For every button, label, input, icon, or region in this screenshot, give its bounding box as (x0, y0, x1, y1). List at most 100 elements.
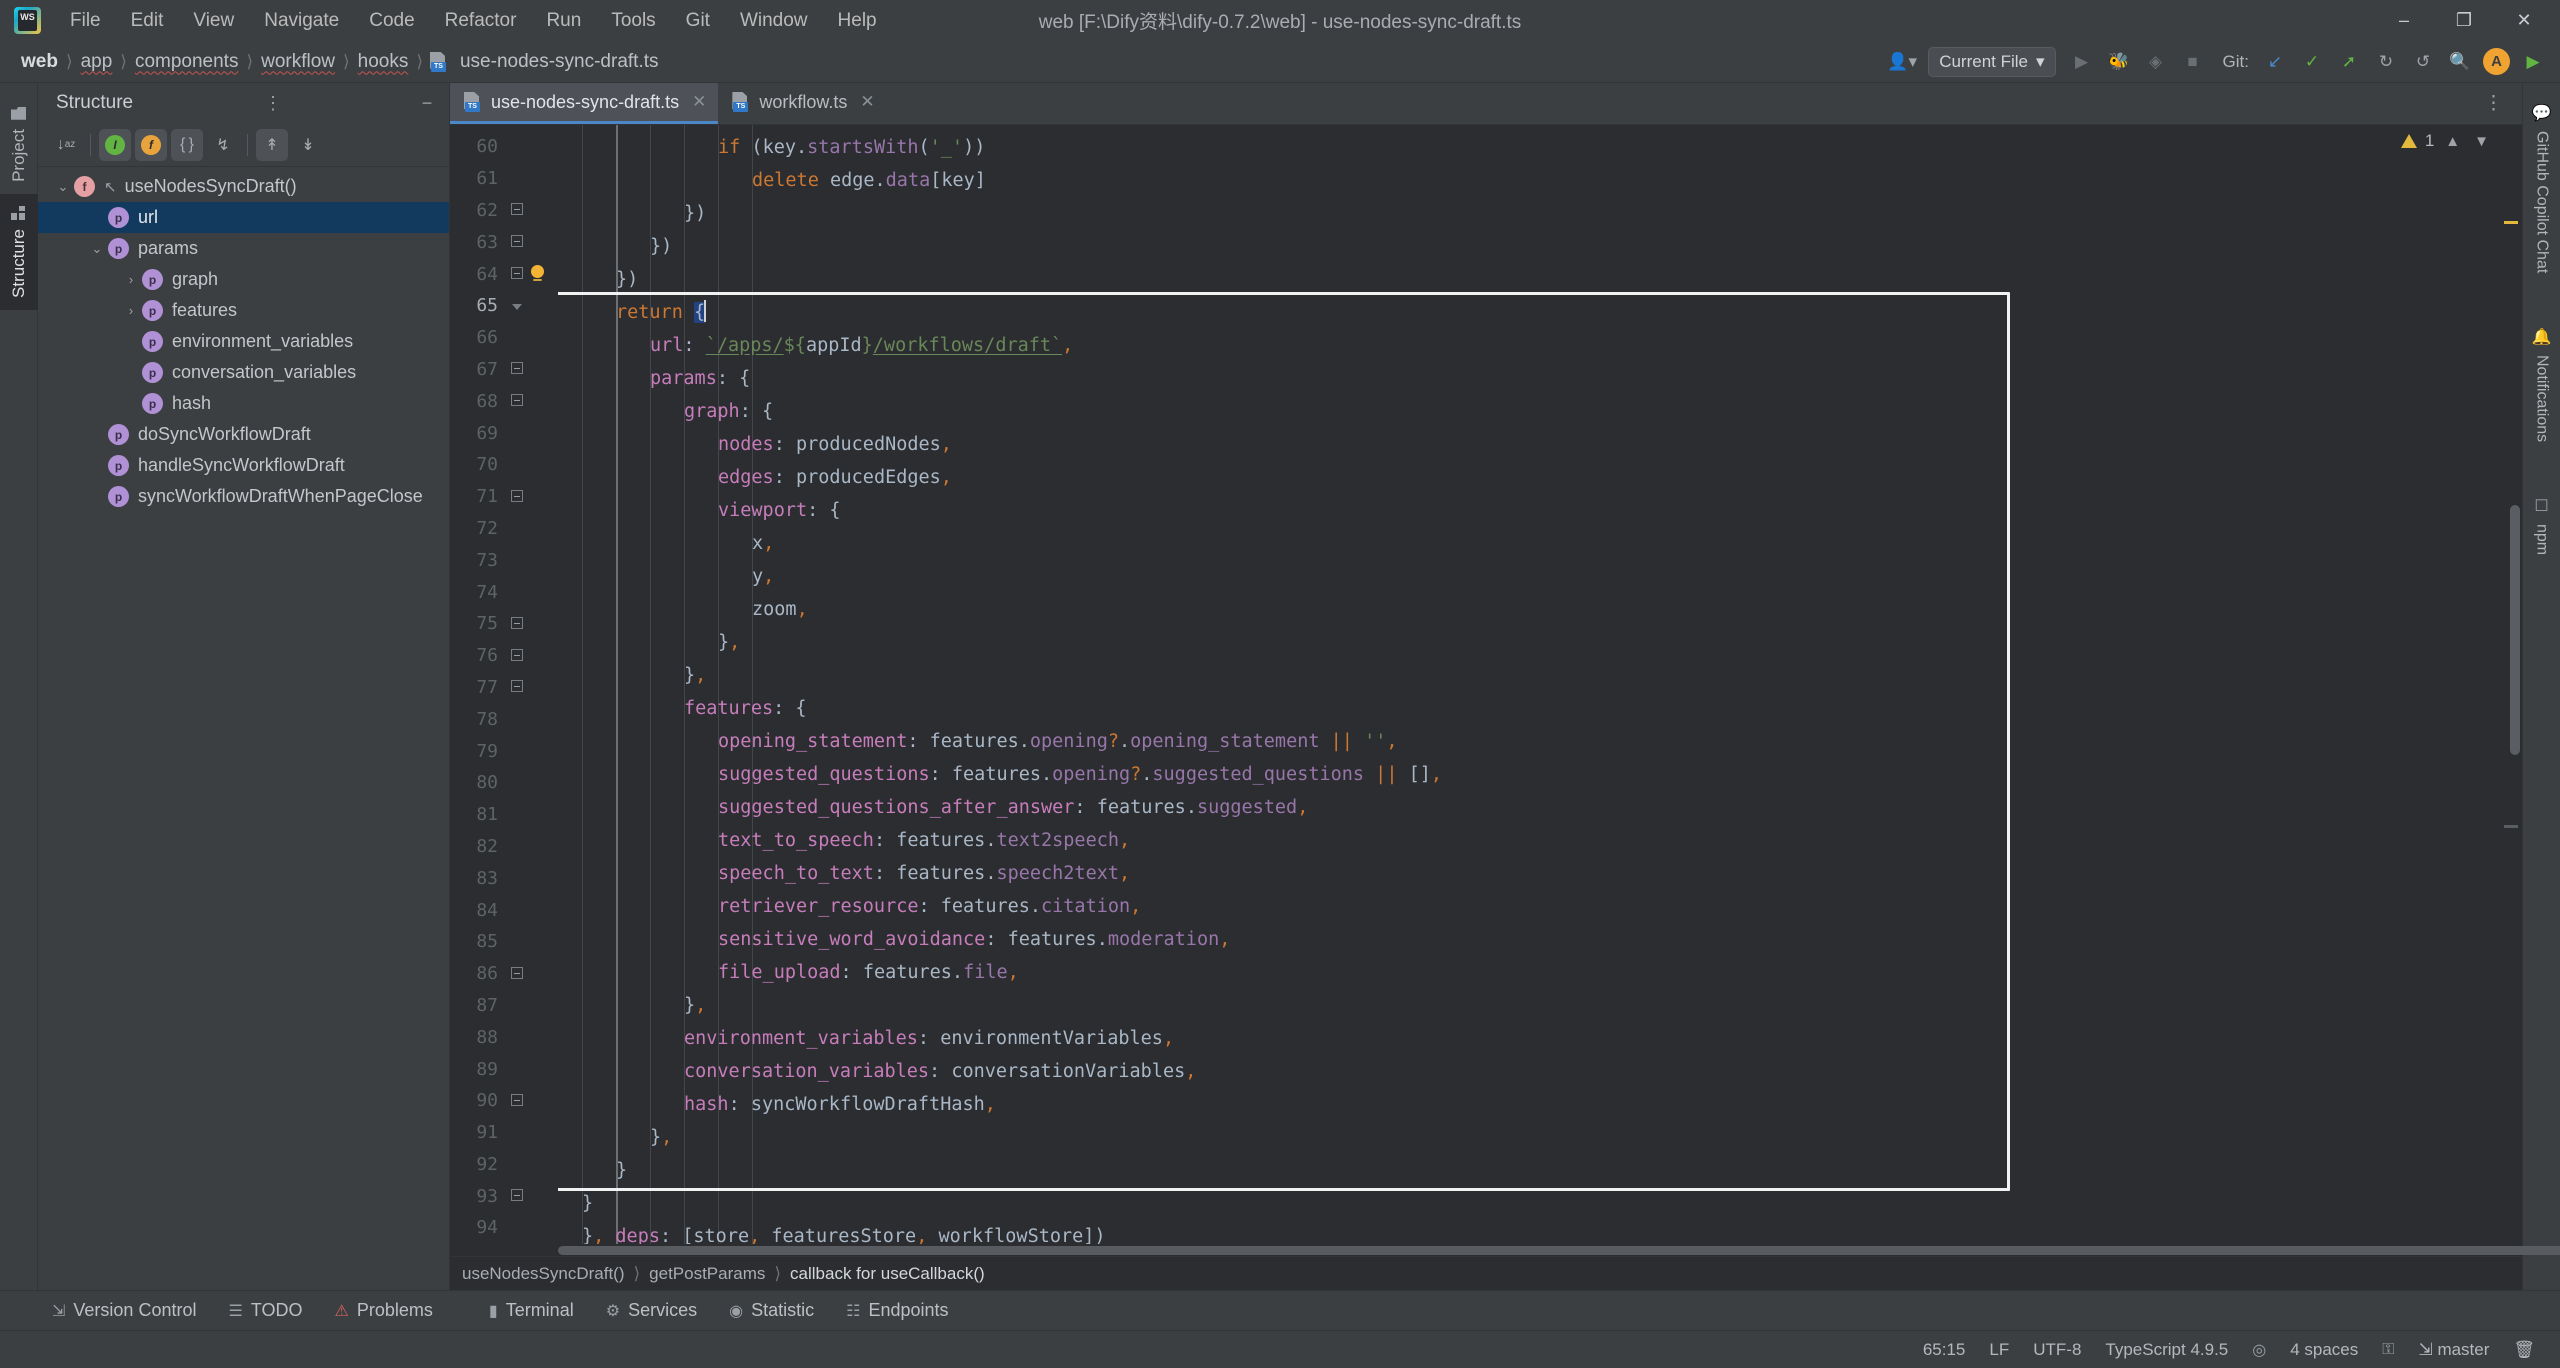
line-separator[interactable]: LF (1978, 1337, 2020, 1363)
structure-tree-item[interactable]: p environment_variables (38, 326, 449, 357)
editor-gutter[interactable]: 60 61 62 63 64 65 66 67 68 69 70 71 72 73 74 75 76 77 78 79… (450, 125, 558, 1244)
menu-navigate[interactable]: Navigate (249, 6, 354, 36)
breadcrumb-workflow[interactable]: workflow (256, 49, 340, 75)
inspection-status[interactable]: 1 ▲ ▼ (2400, 131, 2492, 151)
structure-tree-item[interactable]: p handleSyncWorkflowDraft (38, 450, 449, 481)
structure-tree-item[interactable]: › p graph (38, 264, 449, 295)
code-line[interactable]: delete edge.data[key] (558, 164, 2498, 197)
menu-help[interactable]: Help (823, 6, 892, 36)
intention-bulb-icon[interactable] (528, 265, 546, 283)
run-configuration-selector[interactable]: Current File ▾ (1928, 46, 2056, 77)
git-rollback-icon[interactable]: ↺ (2406, 46, 2440, 78)
editor-breadcrumb-1[interactable]: getPostParams (649, 1264, 765, 1284)
show-inherited-icon[interactable]: I (99, 128, 131, 161)
code-line[interactable]: url: `/apps/${appId}/workflows/draft`, (558, 329, 2498, 362)
code-fold-icon[interactable] (506, 648, 528, 663)
maximize-button[interactable]: ❐ (2434, 0, 2494, 41)
tool-window-endpoints[interactable]: ☷ Endpoints (830, 1295, 964, 1326)
menu-git[interactable]: Git (671, 6, 725, 36)
settings-icon[interactable]: ▶ (2516, 46, 2550, 78)
caret-position[interactable]: 65:15 (1912, 1337, 1977, 1363)
code-fold-icon[interactable] (506, 203, 528, 217)
collapse-all-icon[interactable]: ↡ (292, 129, 324, 161)
git-update-icon[interactable]: ↙ (2258, 46, 2292, 78)
chevron-up-icon[interactable]: ▲ (2442, 133, 2463, 150)
file-encoding[interactable]: UTF-8 (2022, 1337, 2092, 1363)
git-history-icon[interactable]: ↻ (2369, 46, 2403, 78)
more-tabs-icon[interactable]: ⋮ (2476, 92, 2512, 115)
chevron-down-icon[interactable]: ⌄ (52, 179, 74, 195)
code-line[interactable]: }) (558, 197, 2498, 230)
rail-tab-notifications[interactable]: 🔔 Notifications (2532, 317, 2552, 452)
code-fold-icon[interactable] (506, 1093, 528, 1108)
editor-tab-use-nodes-sync-draft[interactable]: use-nodes-sync-draft.ts ✕ (450, 83, 719, 124)
filter-icon[interactable]: ↯ (207, 129, 239, 161)
structure-tree-item[interactable]: ⌄ f ↗ useNodesSyncDraft() (38, 171, 449, 202)
menu-tools[interactable]: Tools (596, 6, 670, 36)
code-line[interactable]: y, (558, 560, 2498, 593)
code-line[interactable]: features: { (558, 692, 2498, 725)
code-line[interactable]: file_upload: features.file, (558, 956, 2498, 989)
code-line[interactable]: }, (558, 989, 2498, 1022)
structure-tree-item[interactable]: › p features (38, 295, 449, 326)
menu-view[interactable]: View (178, 6, 249, 36)
structure-tree-item[interactable]: p hash (38, 388, 449, 419)
expand-all-icon[interactable]: ↟ (256, 128, 288, 161)
tool-window-statistic[interactable]: ◉ Statistic (713, 1295, 830, 1326)
vertical-scrollbar-thumb[interactable] (2510, 505, 2520, 755)
close-button[interactable]: ✕ (2494, 0, 2554, 41)
code-line[interactable]: }, (558, 626, 2498, 659)
tool-window-problems[interactable]: ⚠ Problems (319, 1295, 449, 1326)
breadcrumb-hooks[interactable]: hooks (353, 49, 414, 75)
rail-tab-copilot[interactable]: 💬 GitHub Copilot Chat (2532, 93, 2552, 283)
structure-tree-item[interactable]: p syncWorkflowDraftWhenPageClose (38, 481, 449, 512)
editor-right-gutter[interactable] (2498, 125, 2522, 1244)
code-line[interactable]: if (key.startsWith('_')) (558, 131, 2498, 164)
code-fold-icon[interactable] (506, 489, 528, 504)
sort-alphabetically-icon[interactable]: ↓ az (50, 129, 82, 161)
rail-tab-npm[interactable]: ☐ npm (2533, 486, 2551, 565)
code-line[interactable]: }, deps: [store, featuresStore, workflow… (558, 1220, 2498, 1244)
code-line[interactable]: graph: { (558, 395, 2498, 428)
menu-window[interactable]: Window (725, 6, 823, 36)
horizontal-scrollbar[interactable] (450, 1244, 2560, 1256)
code-line[interactable]: return { (558, 296, 2498, 329)
git-push-icon[interactable]: ➚ (2332, 46, 2366, 78)
code-line[interactable]: conversation_variables: conversationVari… (558, 1055, 2498, 1088)
close-icon[interactable]: ✕ (692, 92, 706, 112)
code-line[interactable]: x, (558, 527, 2498, 560)
debug-icon[interactable]: 🐝 (2102, 46, 2136, 78)
code-fold-icon[interactable] (506, 394, 528, 408)
close-icon[interactable]: ✕ (860, 92, 874, 112)
code-fold-icon[interactable] (506, 616, 528, 631)
breadcrumb-file[interactable]: use-nodes-sync-draft.ts (430, 49, 664, 75)
menu-edit[interactable]: Edit (116, 6, 179, 36)
horizontal-scrollbar-thumb[interactable] (558, 1246, 2560, 1255)
code-fold-icon[interactable] (506, 966, 528, 981)
menu-run[interactable]: Run (531, 6, 596, 36)
tool-window-services[interactable]: ⚙ Services (590, 1295, 713, 1326)
code-line[interactable]: text_to_speech: features.text2speech, (558, 824, 2498, 857)
code-fold-icon[interactable] (506, 299, 528, 312)
code-line[interactable]: edges: producedEdges, (558, 461, 2498, 494)
code-line[interactable]: }, (558, 1121, 2498, 1154)
structure-tree-item[interactable]: p url (38, 202, 449, 233)
structure-tree-item[interactable]: ⌄ p params (38, 233, 449, 264)
structure-tree-item[interactable]: p conversation_variables (38, 357, 449, 388)
run-icon[interactable]: ▶ (2065, 46, 2099, 78)
hide-panel-icon[interactable]: − (413, 89, 441, 117)
editor-breadcrumb-2[interactable]: callback for useCallback() (790, 1264, 985, 1284)
memory-indicator[interactable]: 🗑 (2502, 1337, 2546, 1363)
rail-tab-project[interactable]: Project (9, 95, 29, 194)
inspection-icon[interactable]: ◎ (2241, 1337, 2277, 1363)
chevron-right-icon[interactable]: › (120, 303, 142, 318)
code-line[interactable]: }, (558, 659, 2498, 692)
code-fold-icon[interactable] (506, 680, 528, 694)
code-line[interactable]: params: { (558, 362, 2498, 395)
menu-code[interactable]: Code (354, 6, 429, 36)
minimize-button[interactable]: – (2374, 0, 2434, 41)
code-line[interactable]: opening_statement: features.opening?.ope… (558, 725, 2498, 758)
show-fields-icon[interactable]: f (135, 128, 167, 161)
code-line[interactable]: suggested_questions_after_answer: featur… (558, 791, 2498, 824)
menu-refactor[interactable]: Refactor (430, 6, 532, 36)
